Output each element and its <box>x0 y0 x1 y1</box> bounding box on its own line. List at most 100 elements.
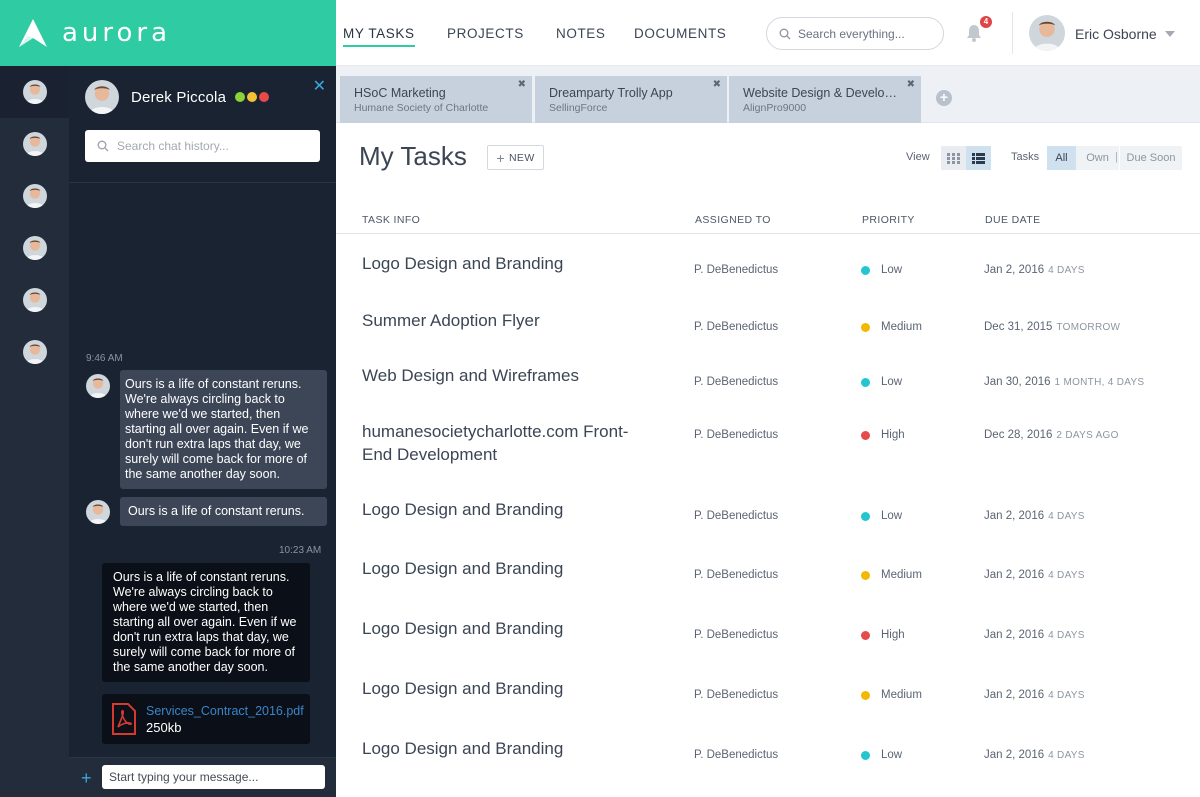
new-button-label: NEW <box>508 151 535 164</box>
task-due-date: Jan 2, 2016 4 DAYS <box>984 510 1085 522</box>
rail-contact[interactable] <box>0 222 69 274</box>
add-tab-icon[interactable]: + <box>936 90 952 106</box>
close-tab-icon[interactable]: ✖ <box>907 79 915 90</box>
due-date: Dec 31, 2015 <box>984 321 1053 333</box>
due-date: Jan 2, 2016 <box>984 264 1045 276</box>
priority-dot <box>861 511 870 521</box>
nav-my-tasks[interactable]: MY TASKS <box>343 26 415 41</box>
plus-icon: + <box>496 149 505 166</box>
column-header-assigned-to[interactable]: ASSIGNED TO <box>695 214 771 226</box>
priority-dot <box>861 430 870 440</box>
tab-title: HSoC Marketing <box>354 86 446 100</box>
filter-separator: | <box>1115 151 1118 163</box>
task-due-date: Dec 28, 2016 2 DAYS AGO <box>984 429 1119 441</box>
chat-search-box <box>85 130 320 162</box>
task-due-date: Jan 2, 2016 4 DAYS <box>984 689 1085 701</box>
user-name[interactable]: Eric Osborne <box>1075 26 1157 42</box>
global-search-box <box>766 17 944 50</box>
tab-subtitle: Humane Society of Charlotte <box>354 102 489 114</box>
task-assignee: P. DeBenedictus <box>694 510 779 522</box>
priority-dot <box>861 377 870 387</box>
rail-contact[interactable] <box>0 274 69 326</box>
priority-dot <box>861 690 870 700</box>
document-tab[interactable]: HSoC Marketing Humane Society of Charlot… <box>340 76 532 123</box>
list-view-button[interactable] <box>966 146 991 170</box>
filter-all[interactable]: All <box>1047 146 1076 170</box>
task-priority: High <box>861 429 905 441</box>
brand-logo[interactable]: aurora <box>0 0 336 66</box>
due-relative: 4 DAYS <box>1048 690 1085 701</box>
close-tab-icon[interactable]: ✖ <box>518 79 526 90</box>
priority-dot <box>861 750 870 760</box>
due-relative: 1 MONTH, 4 DAYS <box>1054 377 1145 388</box>
task-due-date: Jan 2, 2016 4 DAYS <box>984 264 1085 276</box>
global-search-input[interactable] <box>798 26 938 41</box>
chat-search-input[interactable] <box>117 139 307 153</box>
file-attachment[interactable]: Services_Contract_2016.pdf 250kb <box>102 694 310 744</box>
priority-label: Low <box>881 749 903 761</box>
nav-notes[interactable]: NOTES <box>556 26 606 41</box>
due-relative: 4 DAYS <box>1048 265 1085 276</box>
task-title[interactable]: Logo Design and Branding <box>362 252 652 275</box>
task-title[interactable]: Web Design and Wireframes <box>362 364 652 387</box>
due-date: Jan 2, 2016 <box>984 569 1045 581</box>
divider <box>1012 12 1013 54</box>
avatar <box>22 184 47 208</box>
document-tab[interactable]: Dreamparty Trolly App SellingForce ✖ <box>535 76 727 123</box>
message-bubble-own: Ours is a life of constant reruns. We're… <box>102 563 310 682</box>
rail-contact[interactable] <box>0 118 69 170</box>
divider <box>69 182 336 183</box>
message-bubble: Ours is a life of constant reruns. <box>120 497 327 526</box>
priority-dot <box>861 570 870 580</box>
priority-label: Medium <box>881 689 922 701</box>
due-date: Dec 28, 2016 <box>984 429 1053 441</box>
tab-subtitle: SellingForce <box>549 102 608 114</box>
chat-compose-bar: + <box>69 757 336 797</box>
nav-projects[interactable]: PROJECTS <box>447 26 524 41</box>
message-time: 10:23 AM <box>279 545 322 556</box>
avatar <box>22 132 47 156</box>
due-date: Jan 30, 2016 <box>984 376 1051 388</box>
rail-contact[interactable] <box>0 170 69 222</box>
priority-label: High <box>881 629 905 641</box>
task-due-date: Jan 2, 2016 4 DAYS <box>984 569 1085 581</box>
chevron-down-icon[interactable] <box>1165 31 1175 37</box>
nav-documents[interactable]: DOCUMENTS <box>634 26 726 41</box>
due-date: Jan 2, 2016 <box>984 510 1045 522</box>
column-header-due-date[interactable]: DUE DATE <box>985 214 1041 226</box>
avatar <box>22 80 47 104</box>
task-title[interactable]: Logo Design and Branding <box>362 557 652 580</box>
document-tab[interactable]: Website Design & Development AlignPro900… <box>729 76 921 123</box>
rail-contact[interactable] <box>0 66 69 118</box>
list-icon <box>972 152 985 164</box>
column-header-task-info[interactable]: TASK INFO <box>362 214 420 226</box>
chat-message-input[interactable] <box>102 765 325 789</box>
bell-icon[interactable] <box>966 24 982 42</box>
task-priority: Low <box>861 264 902 276</box>
chat-header: Derek Piccola <box>85 80 270 114</box>
task-due-date: Dec 31, 2015 TOMORROW <box>984 321 1120 333</box>
task-title[interactable]: Summer Adoption Flyer <box>362 309 652 332</box>
task-title[interactable]: Logo Design and Branding <box>362 617 652 640</box>
new-task-button[interactable]: + NEW <box>487 145 544 170</box>
add-attachment-icon[interactable]: + <box>81 768 92 789</box>
task-title[interactable]: humanesocietycharlotte.com Front-End Dev… <box>362 420 652 466</box>
task-title[interactable]: Logo Design and Branding <box>362 677 652 700</box>
task-title[interactable]: Logo Design and Branding <box>362 498 652 521</box>
rail-contact[interactable] <box>0 326 69 378</box>
user-avatar[interactable] <box>1029 15 1065 51</box>
grid-view-button[interactable] <box>941 146 966 170</box>
column-header-priority[interactable]: PRIORITY <box>862 214 915 226</box>
close-tab-icon[interactable]: ✖ <box>713 79 721 90</box>
message-time: 9:46 AM <box>86 353 123 364</box>
avatar <box>22 340 47 364</box>
task-due-date: Jan 2, 2016 4 DAYS <box>984 749 1085 761</box>
due-date: Jan 2, 2016 <box>984 749 1045 761</box>
filter-due-soon[interactable]: Due Soon <box>1120 146 1182 170</box>
tasks-filter-label: Tasks <box>1011 151 1040 163</box>
document-tabs-bar: HSoC Marketing Humane Society of Charlot… <box>336 66 1200 123</box>
close-icon[interactable]: ✕ <box>313 76 326 96</box>
filter-own[interactable]: Own <box>1076 146 1119 170</box>
priority-label: High <box>881 429 905 441</box>
task-title[interactable]: Logo Design and Branding <box>362 737 652 760</box>
